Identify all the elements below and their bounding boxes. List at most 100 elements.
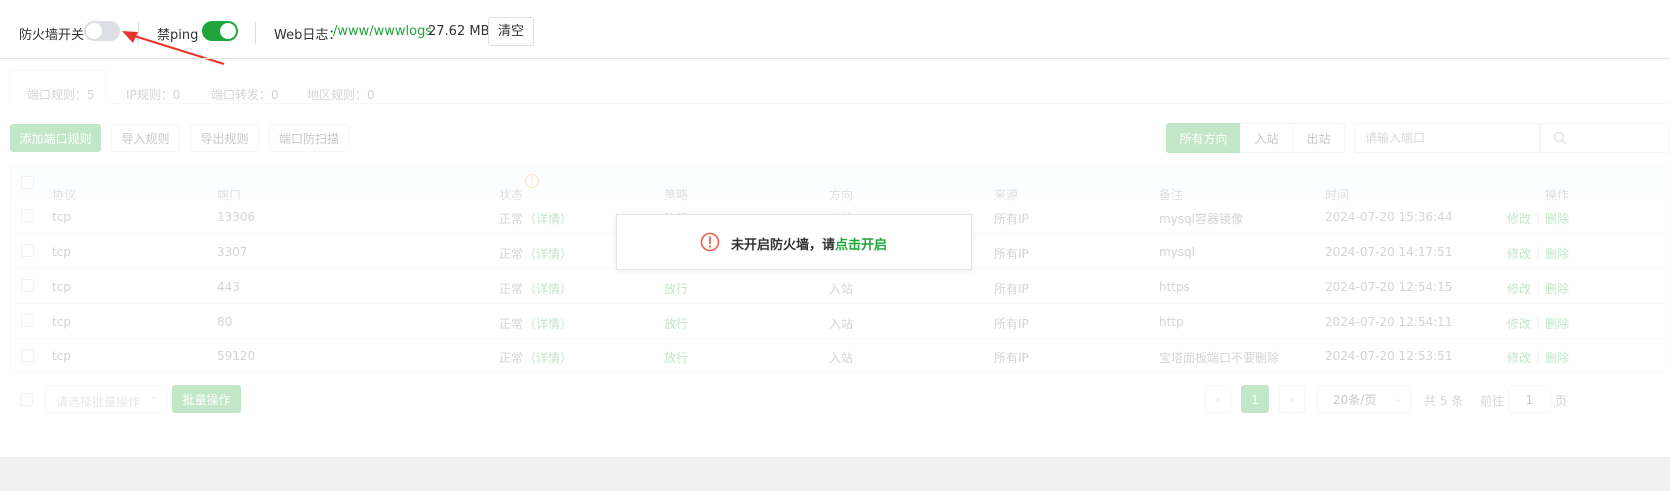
row-delete-link[interactable]: 删除 — [1545, 349, 1569, 366]
row-edit-link[interactable]: 修改 — [1507, 210, 1531, 227]
row-delete-link[interactable]: 删除 — [1545, 210, 1569, 227]
weblog-size: 27.62 MB — [428, 24, 490, 39]
row-edit-link[interactable]: 修改 — [1507, 245, 1531, 262]
page-size-value: 20条/页 — [1333, 393, 1377, 407]
header-source: 来源 — [994, 188, 1019, 202]
row-source: 所有IP — [994, 247, 1029, 261]
row-source: 所有IP — [994, 212, 1029, 226]
add-port-rule-button[interactable]: 添加端口规则 — [10, 124, 101, 152]
direction-all-button[interactable]: 所有方向 — [1166, 123, 1241, 153]
row-status: 正常 — [499, 317, 524, 331]
row-checkbox[interactable] — [21, 279, 34, 292]
batch-action-placeholder: 请选择批量操作 — [56, 395, 141, 409]
page-1-button[interactable]: 1 — [1241, 385, 1269, 413]
row-time: 2024-07-20 14:17:51 — [1325, 245, 1453, 259]
goto-page-input[interactable]: 1 — [1508, 385, 1551, 413]
import-rules-button[interactable]: 导入规则 — [111, 124, 180, 152]
warning-icon — [700, 232, 720, 252]
page-suffix: 页 — [1555, 394, 1568, 408]
row-action-separator: | — [1536, 245, 1541, 259]
row-direction: 入站 — [829, 317, 854, 331]
row-note: https — [1159, 280, 1190, 294]
total-count: 共 5 条 — [1424, 394, 1464, 408]
row-status: 正常 — [499, 247, 524, 261]
row-detail-link[interactable]: （详情） — [524, 280, 572, 297]
select-all-checkbox[interactable] — [21, 176, 34, 189]
row-detail-link[interactable]: （详情） — [524, 210, 572, 227]
row-checkbox[interactable] — [21, 244, 34, 257]
header-note: 备注 — [1159, 188, 1184, 202]
header-time: 时间 — [1325, 188, 1350, 202]
header-direction: 方向 — [829, 188, 854, 202]
row-time: 2024-07-20 12:54:15 — [1325, 280, 1453, 294]
clear-log-button[interactable]: 清空 — [488, 17, 534, 46]
row-port: 3307 — [217, 245, 248, 259]
direction-in-button[interactable]: 入站 — [1240, 123, 1293, 153]
page-size-select[interactable]: 20条/页 ⌄ — [1317, 385, 1411, 413]
row-port: 59120 — [217, 349, 256, 363]
row-time: 2024-07-20 12:54:11 — [1325, 315, 1453, 329]
header-policy: 策略 — [664, 188, 689, 202]
row-detail-link[interactable]: （详情） — [524, 315, 572, 332]
row-detail-link[interactable]: （详情） — [524, 349, 572, 366]
chevron-down-icon: ⌄ — [1393, 394, 1402, 405]
firewall-disabled-notice: 未开启防火墙，请点击开启 — [616, 214, 972, 270]
toggle-knob — [86, 23, 102, 39]
prev-page-icon[interactable]: ‹ — [1205, 385, 1231, 413]
search-button[interactable] — [1540, 123, 1670, 153]
footer-select-all-checkbox[interactable] — [20, 393, 33, 406]
row-action-separator: | — [1536, 349, 1541, 363]
direction-out-button[interactable]: 出站 — [1292, 123, 1345, 153]
row-direction: 入站 — [829, 282, 854, 296]
weblog-path-link[interactable]: /www/wwwlogs — [333, 24, 432, 39]
status-help-icon[interactable]: ? — [525, 174, 539, 188]
header-status: 状态 — [499, 188, 524, 202]
row-source: 所有IP — [994, 282, 1029, 296]
enable-firewall-link[interactable]: 点击开启 — [835, 238, 887, 253]
tab-region-rules[interactable]: 地区规则：0 — [307, 86, 375, 103]
port-search-input[interactable] — [1354, 123, 1540, 153]
notice-text: 未开启防火墙，请点击开启 — [731, 234, 887, 253]
notice-message: 未开启防火墙，请 — [731, 238, 836, 253]
batch-action-select[interactable]: 请选择批量操作 ⌄ — [45, 385, 167, 413]
next-page-icon[interactable]: › — [1279, 385, 1305, 413]
row-time: 2024-07-20 15:36:44 — [1325, 210, 1453, 224]
port-scan-protection-button[interactable]: 端口防扫描 — [269, 124, 349, 152]
search-icon — [1553, 131, 1567, 145]
header-port: 端口 — [217, 188, 242, 202]
goto-label: 前往 — [1480, 394, 1505, 408]
weblog-label: Web日志： — [274, 28, 342, 43]
row-note: 宝塔面板端口不要删除 — [1159, 351, 1280, 365]
row-protocol: tcp — [52, 349, 71, 363]
row-note: http — [1159, 315, 1184, 329]
row-action-separator: | — [1536, 280, 1541, 294]
row-policy: 放行 — [664, 282, 689, 296]
firewall-toggle[interactable] — [84, 21, 120, 41]
row-delete-link[interactable]: 删除 — [1545, 315, 1569, 332]
row-edit-link[interactable]: 修改 — [1507, 315, 1531, 332]
row-direction: 入站 — [829, 351, 854, 365]
row-protocol: tcp — [52, 315, 71, 329]
export-rules-button[interactable]: 导出规则 — [190, 124, 259, 152]
row-detail-link[interactable]: （详情） — [524, 245, 572, 262]
row-policy: 放行 — [664, 351, 689, 365]
row-edit-link[interactable]: 修改 — [1507, 349, 1531, 366]
row-source: 所有IP — [994, 351, 1029, 365]
row-delete-link[interactable]: 删除 — [1545, 245, 1569, 262]
row-divider — [10, 303, 1670, 304]
tab-ip-rules[interactable]: IP规则：0 — [126, 86, 180, 103]
tab-port-rules-label: 端口规则：5 — [27, 88, 95, 102]
tab-port-forward[interactable]: 端口转发：0 — [211, 86, 279, 103]
row-protocol: tcp — [52, 210, 71, 224]
row-port: 80 — [217, 315, 233, 329]
row-edit-link[interactable]: 修改 — [1507, 280, 1531, 297]
divider — [255, 22, 256, 44]
row-checkbox[interactable] — [21, 209, 34, 222]
header-protocol: 协议 — [52, 188, 77, 202]
row-checkbox[interactable] — [21, 349, 34, 362]
row-delete-link[interactable]: 删除 — [1545, 280, 1569, 297]
batch-action-button[interactable]: 批量操作 — [172, 385, 241, 413]
row-checkbox[interactable] — [21, 314, 34, 327]
chevron-down-icon: ⌄ — [150, 391, 159, 402]
header-actions: 操作 — [1545, 188, 1570, 202]
